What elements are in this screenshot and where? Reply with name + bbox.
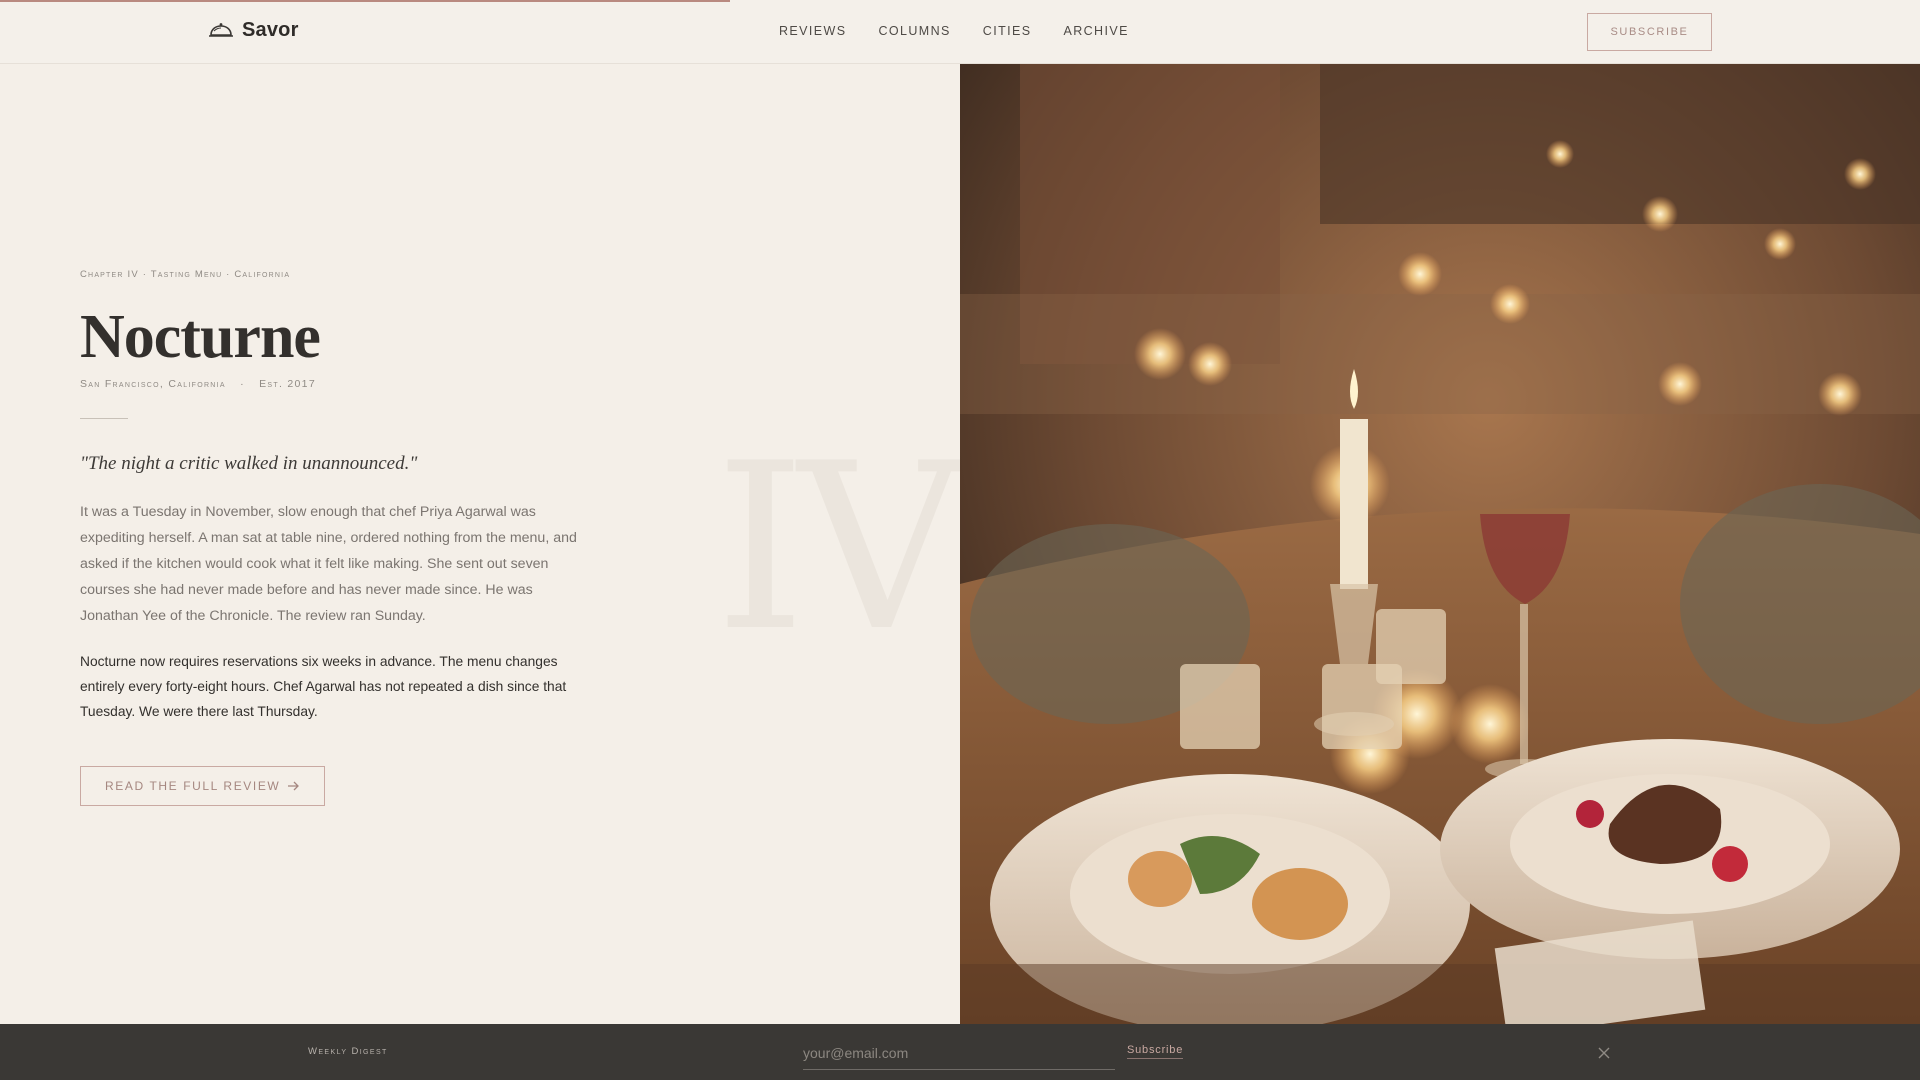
article-content: Chapter IV · Tasting Menu · California N… bbox=[80, 269, 600, 806]
page-title: Nocturne bbox=[80, 303, 321, 371]
nav-archive[interactable]: ARCHIVE bbox=[1063, 24, 1128, 38]
weekly-digest-bar: Weekly Digest Subscribe bbox=[0, 1024, 1920, 1080]
read-full-review-label: READ THE FULL REVIEW bbox=[105, 779, 281, 793]
arrow-right-icon bbox=[288, 781, 300, 791]
read-full-review-button[interactable]: READ THE FULL REVIEW bbox=[80, 766, 326, 806]
pull-quote: "The night a critic walked in unannounce… bbox=[80, 453, 418, 474]
close-icon[interactable] bbox=[1597, 1046, 1611, 1060]
reading-progress-bar bbox=[0, 0, 730, 2]
article-paragraph-1: It was a Tuesday in November, slow enoug… bbox=[80, 504, 577, 624]
main-nav: REVIEWS COLUMNS CITIES ARCHIVE bbox=[779, 24, 1129, 38]
site-header: Savor REVIEWS COLUMNS CITIES ARCHIVE SUB… bbox=[0, 0, 1920, 64]
brand[interactable]: Savor bbox=[208, 19, 299, 42]
article-kicker: Chapter IV · Tasting Menu · California bbox=[80, 269, 291, 280]
article-panel: IV Chapter IV · Tasting Menu · Californi… bbox=[0, 64, 960, 1024]
email-field[interactable] bbox=[803, 1036, 1115, 1070]
brand-name: Savor bbox=[242, 19, 299, 41]
hero-photo bbox=[960, 64, 1920, 1024]
nav-cities[interactable]: CITIES bbox=[983, 24, 1032, 38]
article-paragraph-2: Nocturne now requires reservations six w… bbox=[80, 654, 567, 719]
established-year: Est. 2017 bbox=[259, 378, 316, 390]
divider bbox=[80, 418, 128, 419]
subscribe-button[interactable]: SUBSCRIBE bbox=[1587, 13, 1712, 51]
digest-subscribe-link[interactable]: Subscribe bbox=[1127, 1044, 1184, 1059]
digest-label: Weekly Digest bbox=[308, 1046, 388, 1057]
nav-columns[interactable]: COLUMNS bbox=[878, 24, 950, 38]
nav-reviews[interactable]: REVIEWS bbox=[779, 24, 846, 38]
cloche-logo-icon bbox=[209, 22, 233, 37]
restaurant-location: San Francisco, California bbox=[80, 378, 226, 390]
restaurant-table-image bbox=[960, 64, 1920, 1024]
chapter-numeral: IV bbox=[715, 415, 960, 682]
restaurant-meta: San Francisco, California · Est. 2017 bbox=[80, 378, 600, 390]
meta-separator: · bbox=[240, 378, 245, 390]
